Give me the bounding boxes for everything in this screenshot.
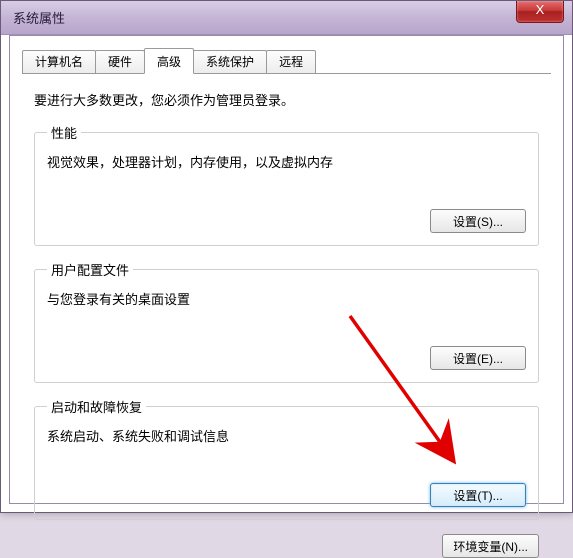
performance-settings-button[interactable]: 设置(S)... [430, 209, 526, 233]
tab-remote[interactable]: 远程 [266, 50, 316, 74]
tab-system-protection[interactable]: 系统保护 [193, 50, 267, 74]
performance-legend: 性能 [47, 123, 81, 142]
advanced-page: 要进行大多数更改，您必须作为管理员登录。 性能 视觉效果，处理器计划，内存使用，… [34, 90, 539, 491]
performance-desc: 视觉效果，处理器计划，内存使用，以及虚拟内存 [47, 152, 526, 171]
tab-advanced[interactable]: 高级 [144, 48, 194, 74]
system-properties-window: 系统属性 X 计算机名 硬件 高级 系统保护 远程 要进行大多数更改，您必须作为… [0, 0, 573, 513]
tabstrip: 计算机名 硬件 高级 系统保护 远程 [22, 50, 551, 74]
startup-recovery-legend: 启动和故障恢复 [47, 397, 146, 416]
startup-recovery-desc: 系统启动、系统失败和调试信息 [47, 426, 526, 445]
tab-hardware[interactable]: 硬件 [95, 50, 145, 74]
titlebar[interactable]: 系统属性 X [1, 1, 572, 35]
window-title: 系统属性 [13, 8, 65, 27]
close-button[interactable]: X [516, 1, 564, 23]
tab-underline [22, 73, 551, 74]
tab-computer-name[interactable]: 计算机名 [22, 50, 96, 74]
performance-group: 性能 视觉效果，处理器计划，内存使用，以及虚拟内存 设置(S)... [34, 123, 539, 246]
environment-variables-button[interactable]: 环境变量(N)... [442, 534, 539, 558]
startup-recovery-settings-button[interactable]: 设置(T)... [430, 483, 526, 507]
close-icon: X [536, 2, 545, 17]
user-profiles-desc: 与您登录有关的桌面设置 [47, 289, 526, 308]
intro-text: 要进行大多数更改，您必须作为管理员登录。 [34, 90, 539, 109]
user-profiles-settings-button[interactable]: 设置(E)... [430, 346, 526, 370]
client-area: 计算机名 硬件 高级 系统保护 远程 要进行大多数更改，您必须作为管理员登录。 … [9, 35, 564, 504]
user-profiles-legend: 用户配置文件 [47, 260, 133, 279]
user-profiles-group: 用户配置文件 与您登录有关的桌面设置 设置(E)... [34, 260, 539, 383]
startup-recovery-group: 启动和故障恢复 系统启动、系统失败和调试信息 设置(T)... [34, 397, 539, 520]
